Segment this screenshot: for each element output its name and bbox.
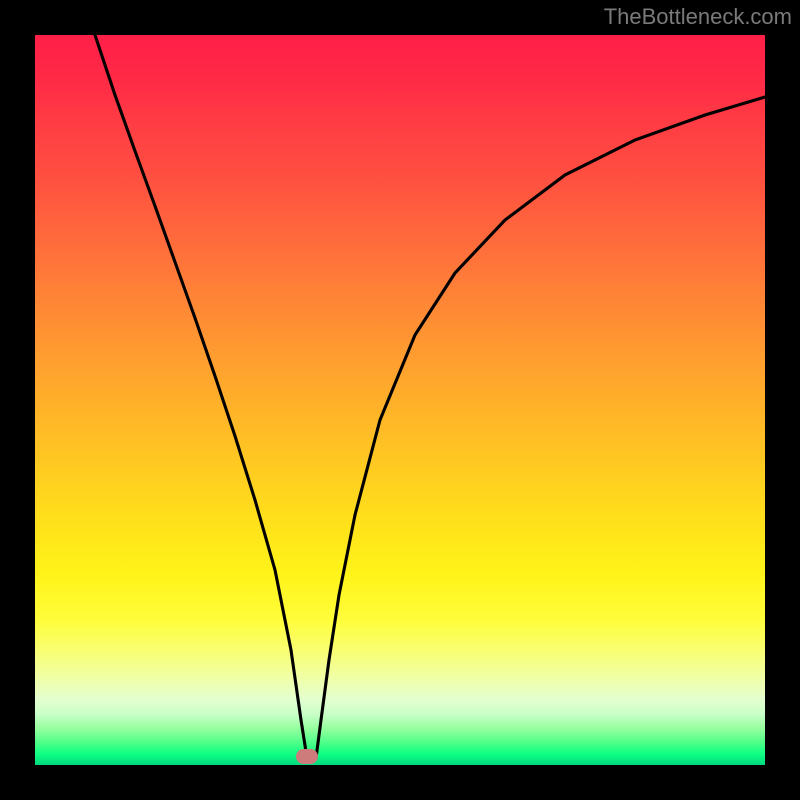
bottleneck-curve [35, 35, 765, 765]
optimum-marker [296, 749, 318, 764]
watermark-text: TheBottleneck.com [604, 4, 792, 30]
curve-right [316, 97, 765, 758]
chart-frame: TheBottleneck.com [0, 0, 800, 800]
curve-left [95, 35, 307, 758]
plot-area [35, 35, 765, 765]
